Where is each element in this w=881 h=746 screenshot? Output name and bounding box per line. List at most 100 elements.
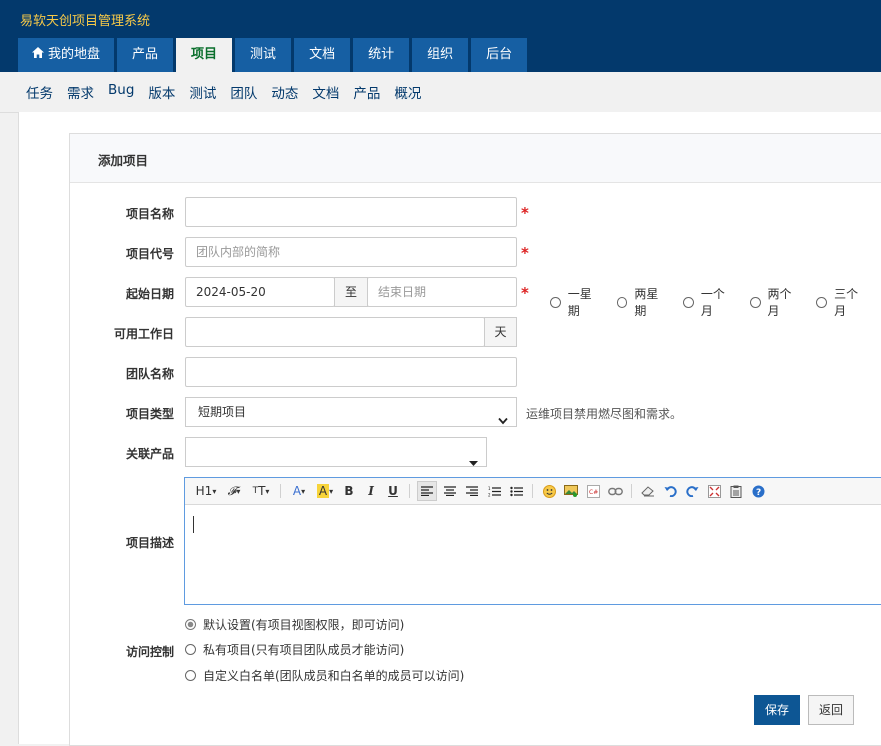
nav-tab-admin[interactable]: 后台 xyxy=(471,38,528,72)
project-type-select[interactable]: 短期项目 xyxy=(185,397,517,427)
radio-icon xyxy=(185,670,196,681)
fullscreen-icon[interactable] xyxy=(705,482,723,500)
radio-icon xyxy=(749,296,761,308)
preset-label: 两个月 xyxy=(767,287,792,318)
subnav-story[interactable]: 需求 xyxy=(67,82,94,102)
project-name-input[interactable] xyxy=(185,197,517,227)
date-range-separator: 至 xyxy=(334,277,368,307)
svg-text:1: 1 xyxy=(488,486,491,491)
underline-icon[interactable]: U xyxy=(384,482,402,500)
nav-tab-label: 我的地盘 xyxy=(48,47,101,62)
nav-tab-stats[interactable]: 统计 xyxy=(353,38,410,72)
nav-tab-org[interactable]: 组织 xyxy=(412,38,469,72)
access-default-option[interactable]: 默认设置(有项目视图权限，即可访问) xyxy=(185,616,404,633)
preset-three-months[interactable]: 三个月 xyxy=(816,285,869,319)
save-button[interactable]: 保存 xyxy=(754,695,800,725)
subnav-task[interactable]: 任务 xyxy=(26,82,53,102)
products-label: 关联产品 xyxy=(125,447,174,461)
access-option-label: 私有项目(只有项目团队成员才能访问) xyxy=(203,643,405,657)
team-label: 团队名称 xyxy=(125,367,174,381)
subnav-build[interactable]: 版本 xyxy=(148,82,175,102)
subnav-test[interactable]: 测试 xyxy=(189,82,216,102)
radio-icon xyxy=(550,296,561,308)
paste-icon[interactable] xyxy=(727,482,745,500)
radio-icon xyxy=(816,296,828,308)
preset-label: 三个月 xyxy=(834,287,859,318)
begin-date-input[interactable]: 2024-05-20 xyxy=(185,277,335,307)
chevron-down-icon xyxy=(498,407,508,435)
code-placeholder: 团队内部的简称 xyxy=(196,245,281,259)
required-mark: * xyxy=(521,204,529,222)
help-icon[interactable]: ? xyxy=(749,482,767,500)
subnav-dynamic[interactable]: 动态 xyxy=(271,82,298,102)
code-icon[interactable]: C# xyxy=(584,482,602,500)
preset-label: 一星期 xyxy=(567,287,592,318)
sub-nav: 任务 需求 Bug 版本 测试 团队 动态 文档 产品 概况 xyxy=(0,72,881,113)
preset-one-week[interactable]: 一星期 xyxy=(550,285,603,319)
italic-icon[interactable]: I xyxy=(362,482,380,500)
date-presets: 一星期 两星期 一个月 两个月 三个月 xyxy=(550,285,881,319)
main-nav: 我的地盘 产品 项目 测试 文档 统计 组织 后台 xyxy=(18,38,528,72)
align-center-icon[interactable] xyxy=(441,482,459,500)
font-color-icon[interactable]: A ▾ xyxy=(288,482,310,500)
editor-body[interactable] xyxy=(185,505,881,604)
redo-icon[interactable] xyxy=(683,482,701,500)
align-right-icon[interactable] xyxy=(463,482,481,500)
workdays-unit: 天 xyxy=(484,317,517,347)
font-family-icon[interactable]: 𝓕 ▾ xyxy=(223,482,245,500)
team-name-input[interactable] xyxy=(185,357,517,387)
type-label: 项目类型 xyxy=(125,407,174,421)
subnav-doc[interactable]: 文档 xyxy=(312,82,339,102)
end-date-placeholder: 结束日期 xyxy=(378,285,427,299)
project-type-value: 短期项目 xyxy=(198,405,247,419)
heading-icon[interactable]: H1 ▾ xyxy=(193,482,219,500)
unordered-list-icon[interactable] xyxy=(507,482,525,500)
emoticon-icon[interactable] xyxy=(540,482,558,500)
panel-header: 添加项目 xyxy=(70,134,881,183)
nav-tab-product[interactable]: 产品 xyxy=(117,38,174,72)
preset-two-months[interactable]: 两个月 xyxy=(749,285,803,319)
required-mark: * xyxy=(521,244,529,262)
description-label: 项目描述 xyxy=(125,536,174,550)
align-left-icon[interactable] xyxy=(417,481,437,501)
preset-one-month[interactable]: 一个月 xyxy=(683,285,736,319)
ordered-list-icon[interactable]: 12 xyxy=(485,482,503,500)
eraser-icon[interactable] xyxy=(639,482,657,500)
nav-tab-project[interactable]: 项目 xyxy=(176,38,233,72)
subnav-overview[interactable]: 概况 xyxy=(394,82,421,102)
radio-checked-icon xyxy=(185,619,196,630)
nav-tab-test[interactable]: 测试 xyxy=(235,38,292,72)
preset-label: 一个月 xyxy=(700,287,725,318)
bold-icon[interactable]: B xyxy=(340,482,358,500)
font-size-icon[interactable]: T T ▾ xyxy=(249,482,273,500)
subnav-bug[interactable]: Bug xyxy=(108,82,134,102)
image-icon[interactable] xyxy=(562,482,580,500)
svg-text:2: 2 xyxy=(488,492,491,497)
workdays-label: 可用工作日 xyxy=(113,327,174,341)
background-color-icon[interactable]: A ▾ xyxy=(314,482,336,500)
required-mark: * xyxy=(521,284,529,302)
project-code-input[interactable]: 团队内部的简称 xyxy=(185,237,517,267)
access-private-option[interactable]: 私有项目(只有项目团队成员才能访问) xyxy=(185,641,404,658)
project-type-hint: 运维项目禁用燃尽图和需求。 xyxy=(526,407,683,421)
end-date-input[interactable]: 结束日期 xyxy=(367,277,517,307)
caret-down-icon xyxy=(469,449,478,477)
subnav-product[interactable]: 产品 xyxy=(353,82,380,102)
nav-tab-doc[interactable]: 文档 xyxy=(294,38,351,72)
undo-icon[interactable] xyxy=(661,482,679,500)
back-button[interactable]: 返回 xyxy=(808,695,854,725)
link-icon[interactable] xyxy=(606,482,624,500)
workdays-input[interactable] xyxy=(185,317,485,347)
nav-tab-my[interactable]: 我的地盘 xyxy=(18,38,115,72)
dates-label: 起始日期 xyxy=(125,287,174,301)
code-label: 项目代号 xyxy=(125,247,174,261)
preset-label: 两星期 xyxy=(634,287,659,318)
subnav-team[interactable]: 团队 xyxy=(230,82,257,102)
linked-product-select[interactable] xyxy=(185,437,487,467)
top-bar: 易软天创项目管理系统 我的地盘 产品 项目 测试 文档 统计 组织 后台 xyxy=(0,0,881,72)
svg-text:C#: C# xyxy=(589,489,598,496)
content-area: 添加项目 项目名称 * 项目代号 团队内部的简称 * 起始日期 2024-05-… xyxy=(18,112,881,746)
access-whitelist-option[interactable]: 自定义白名单(团队成员和白名单的成员可以访问) xyxy=(185,667,464,684)
toolbar-divider xyxy=(532,484,533,498)
preset-two-weeks[interactable]: 两星期 xyxy=(616,285,670,319)
